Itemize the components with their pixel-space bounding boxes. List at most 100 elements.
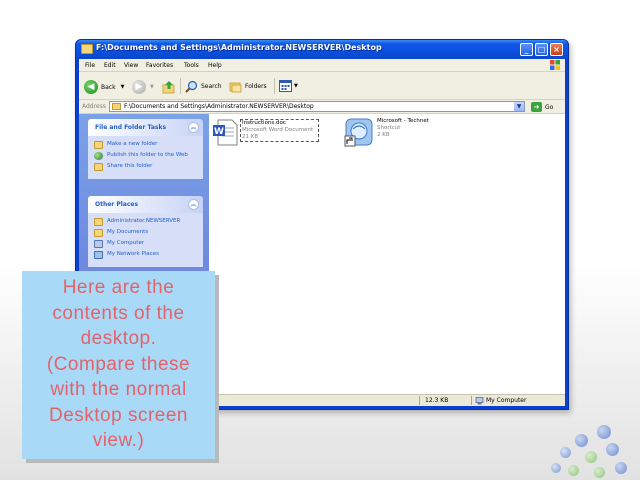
back-label: Back: [101, 83, 116, 91]
place-label: My Documents: [107, 229, 149, 235]
svg-text:W: W: [214, 127, 224, 137]
task-label: Make a new folder: [107, 141, 158, 147]
address-label: Address: [82, 103, 106, 110]
other-places-panel: Other Places ︽ Administrator.NEWSERVER M…: [88, 196, 203, 267]
collapse-icon[interactable]: ︽: [188, 199, 199, 210]
menu-view[interactable]: View: [124, 62, 138, 69]
folder-icon: [112, 103, 121, 110]
go-button[interactable]: ➜ Go: [531, 102, 553, 112]
windows-flag-icon: [550, 60, 560, 70]
folders-label: Folders: [245, 83, 267, 90]
file-folder-tasks-panel: File and Folder Tasks ︽ Make a new folde…: [88, 119, 203, 179]
folder-icon: [81, 44, 93, 54]
file-item[interactable]: Microsoft - Technet Shortcut 2 KB: [344, 117, 444, 147]
folder-icon: [94, 218, 103, 226]
callout-line: desktop.: [80, 328, 157, 349]
technet-shortcut-icon: [344, 118, 373, 147]
file-item[interactable]: W Instructions.doc Microsoft Word Docume…: [212, 118, 322, 146]
callout-line: Here are the: [62, 277, 175, 298]
forward-dropdown-icon: ▼: [150, 84, 154, 90]
callout-line: (Compare these: [46, 353, 191, 375]
views-dropdown-icon: ▼: [294, 83, 298, 89]
place-label: My Network Places: [107, 251, 159, 257]
status-separator: [419, 396, 420, 405]
maximize-button[interactable]: □: [535, 43, 548, 56]
folders-icon: [229, 82, 242, 93]
place-label: My Computer: [107, 240, 145, 246]
minimize-button[interactable]: _: [520, 43, 533, 56]
other-places-header[interactable]: Other Places ︽: [88, 196, 203, 213]
forward-arrow-icon: ▶: [132, 80, 146, 94]
back-button[interactable]: ◀ Back ▼: [84, 80, 124, 94]
word-doc-icon: W: [213, 119, 238, 146]
file-type: Microsoft Word Document: [242, 127, 314, 133]
toolbar-separator: [274, 78, 275, 94]
place-my-documents[interactable]: My Documents: [94, 229, 199, 237]
task-share-folder[interactable]: Share this folder: [94, 163, 199, 171]
callout-line: view.): [92, 430, 145, 451]
status-size: 12.3 KB: [425, 397, 449, 404]
place-administrator[interactable]: Administrator.NEWSERVER: [94, 218, 199, 226]
panel-title: Other Places: [95, 201, 139, 208]
panel-body: Make a new folder Publish this folder to…: [88, 136, 203, 179]
toolbar: ◀ Back ▼ ▶ ▼ Search Folders ▼: [79, 72, 565, 100]
panel-title: File and Folder Tasks: [95, 124, 167, 131]
menu-tools[interactable]: Tools: [184, 62, 199, 69]
share-folder-icon: [94, 163, 103, 171]
callout-line: with the normal: [50, 379, 187, 400]
search-label: Search: [201, 83, 222, 90]
callout-box: Here are the contents of the desktop. (C…: [22, 271, 215, 459]
new-folder-icon: [94, 141, 103, 149]
task-label: Share this folder: [107, 163, 153, 169]
up-folder-button[interactable]: [162, 80, 176, 94]
place-my-computer[interactable]: My Computer: [94, 240, 199, 248]
views-icon: [279, 80, 292, 92]
up-folder-icon: [162, 81, 175, 94]
collapse-icon[interactable]: ︽: [188, 122, 199, 133]
close-button[interactable]: ×: [550, 43, 563, 56]
toolbar-separator: [180, 78, 181, 94]
task-make-new-folder[interactable]: Make a new folder: [94, 141, 199, 149]
address-value: F:\Documents and Settings\Administrator.…: [124, 103, 314, 110]
address-bar: Address F:\Documents and Settings\Admini…: [79, 100, 565, 114]
address-dropdown-icon[interactable]: ▼: [514, 102, 524, 111]
file-size: 21 KB: [242, 134, 259, 140]
my-documents-icon: [94, 229, 103, 237]
back-dropdown-icon: ▼: [120, 84, 125, 90]
task-publish-folder[interactable]: Publish this folder to the Web: [94, 152, 199, 160]
computer-icon: [94, 240, 103, 248]
folders-button[interactable]: Folders: [229, 80, 267, 93]
go-label: Go: [545, 103, 554, 111]
callout-text: Here are the contents of the desktop. (C…: [22, 275, 215, 454]
menu-edit[interactable]: Edit: [104, 62, 116, 69]
menu-favorites[interactable]: Favorites: [146, 62, 173, 69]
search-icon: [185, 80, 198, 93]
title-bar[interactable]: F:\Documents and Settings\Administrator.…: [76, 40, 568, 59]
status-separator: [471, 396, 472, 405]
computer-icon: [475, 397, 484, 405]
file-size: 2 KB: [377, 132, 390, 138]
search-button[interactable]: Search: [185, 80, 222, 93]
go-arrow-icon: ➜: [531, 102, 542, 112]
forward-button[interactable]: ▶ ▼: [132, 80, 154, 94]
file-name: Instructions.doc: [242, 120, 286, 126]
network-places-icon: [94, 251, 103, 259]
panel-body: Administrator.NEWSERVER My Documents My …: [88, 213, 203, 267]
place-my-network-places[interactable]: My Network Places: [94, 251, 199, 259]
file-name: Microsoft - Technet: [377, 118, 429, 124]
menu-file[interactable]: File: [85, 62, 95, 69]
file-folder-tasks-header[interactable]: File and Folder Tasks ︽: [88, 119, 203, 136]
menu-bar: File Edit View Favorites Tools Help: [79, 59, 565, 72]
back-arrow-icon: ◀: [84, 80, 98, 94]
callout-line: contents of the: [52, 302, 185, 324]
place-label: Administrator.NEWSERVER: [107, 218, 181, 224]
file-type: Shortcut: [377, 125, 401, 131]
callout-line: Desktop screen: [48, 404, 188, 426]
task-label: Publish this folder to the Web: [107, 152, 188, 158]
globe-icon: [94, 152, 103, 160]
window-title: F:\Documents and Settings\Administrator.…: [96, 43, 382, 52]
status-location: My Computer: [486, 397, 527, 404]
address-input[interactable]: F:\Documents and Settings\Administrator.…: [109, 101, 525, 112]
views-button[interactable]: ▼: [279, 80, 298, 92]
menu-help[interactable]: Help: [208, 62, 222, 69]
